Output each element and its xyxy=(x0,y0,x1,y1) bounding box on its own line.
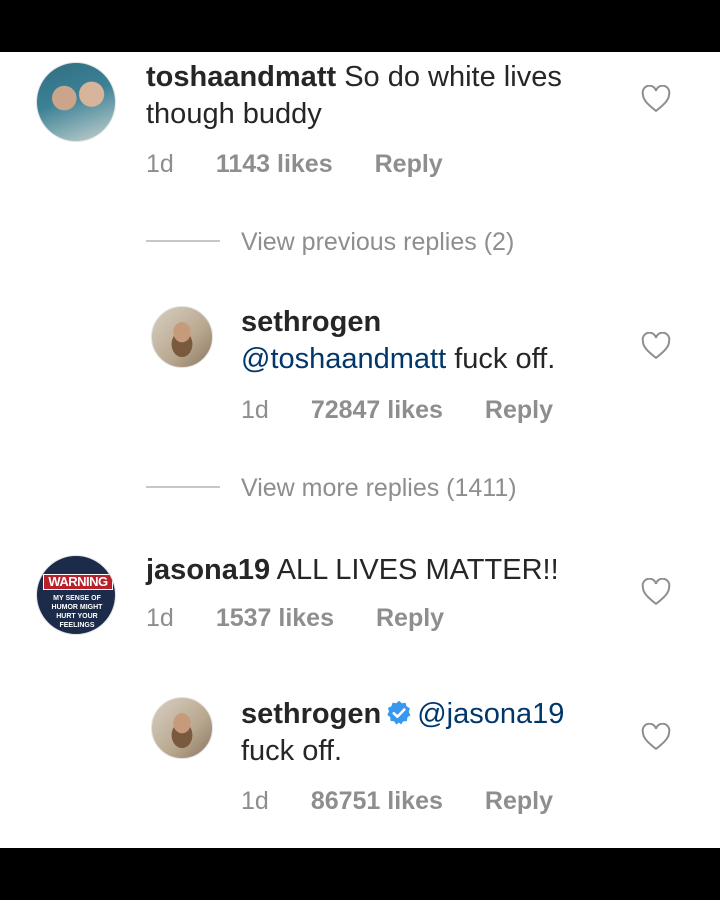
reply-username[interactable]: sethrogen xyxy=(241,698,381,730)
comments-panel: toshaandmatt So do white lives though bu… xyxy=(0,52,720,848)
comment-text: ALL LIVES MATTER!! xyxy=(276,554,559,586)
mention-link[interactable]: @toshaandmatt xyxy=(241,343,446,375)
heart-icon[interactable] xyxy=(641,723,671,751)
heart-icon[interactable] xyxy=(641,578,671,606)
mention-link[interactable]: @jasona19 xyxy=(417,698,564,730)
comment-username[interactable]: jasona19 xyxy=(146,554,270,586)
reply-text: fuck off. xyxy=(241,735,343,767)
likes-count[interactable]: 86751 likes xyxy=(311,787,443,815)
avatar-warning-text: WARNING xyxy=(43,574,113,590)
reply-meta: 1d 72847 likes Reply xyxy=(241,395,553,425)
reply-avatar[interactable] xyxy=(151,697,213,759)
reply-button[interactable]: Reply xyxy=(376,604,444,632)
heart-icon[interactable] xyxy=(641,332,671,360)
heart-icon[interactable] xyxy=(641,85,671,113)
reply-body: sethrogen @jasona19 fuck off. xyxy=(241,696,631,770)
reply-username[interactable]: sethrogen xyxy=(241,304,631,341)
likes-count[interactable]: 72847 likes xyxy=(311,396,443,424)
comment-meta: 1d 1143 likes Reply xyxy=(146,149,443,179)
reply-avatar[interactable] xyxy=(151,306,213,368)
commenter-avatar[interactable]: WARNING MY SENSE OF HUMOR MIGHT HURT YOU… xyxy=(36,555,116,635)
reply-text: fuck off. xyxy=(454,343,556,375)
reply-age: 1d xyxy=(241,787,269,815)
comment-age: 1d xyxy=(146,604,174,632)
verified-badge-icon xyxy=(387,700,411,725)
reply-body: sethrogen @toshaandmatt fuck off. xyxy=(241,304,631,378)
reply-age: 1d xyxy=(241,396,269,424)
reply-button[interactable]: Reply xyxy=(485,787,553,815)
comment-meta: 1d 1537 likes Reply xyxy=(146,603,444,633)
reply-button[interactable]: Reply xyxy=(485,396,553,424)
view-previous-replies-link[interactable]: View previous replies (2) xyxy=(241,227,514,257)
avatar-warning-subtext: MY SENSE OF HUMOR MIGHT HURT YOUR FEELIN… xyxy=(51,595,103,629)
likes-count[interactable]: 1537 likes xyxy=(216,604,334,632)
comment-age: 1d xyxy=(146,150,174,178)
comment-username[interactable]: toshaandmatt xyxy=(146,61,336,93)
commenter-avatar[interactable] xyxy=(36,62,116,142)
view-more-replies-link[interactable]: View more replies (1411) xyxy=(241,473,517,503)
comment-body: toshaandmatt So do white lives though bu… xyxy=(146,59,616,133)
reply-button[interactable]: Reply xyxy=(375,150,443,178)
comment-body: jasona19 ALL LIVES MATTER!! xyxy=(146,552,616,589)
reply-meta: 1d 86751 likes Reply xyxy=(241,786,553,816)
replies-divider xyxy=(146,486,220,488)
replies-divider xyxy=(146,240,220,242)
likes-count[interactable]: 1143 likes xyxy=(216,150,333,178)
